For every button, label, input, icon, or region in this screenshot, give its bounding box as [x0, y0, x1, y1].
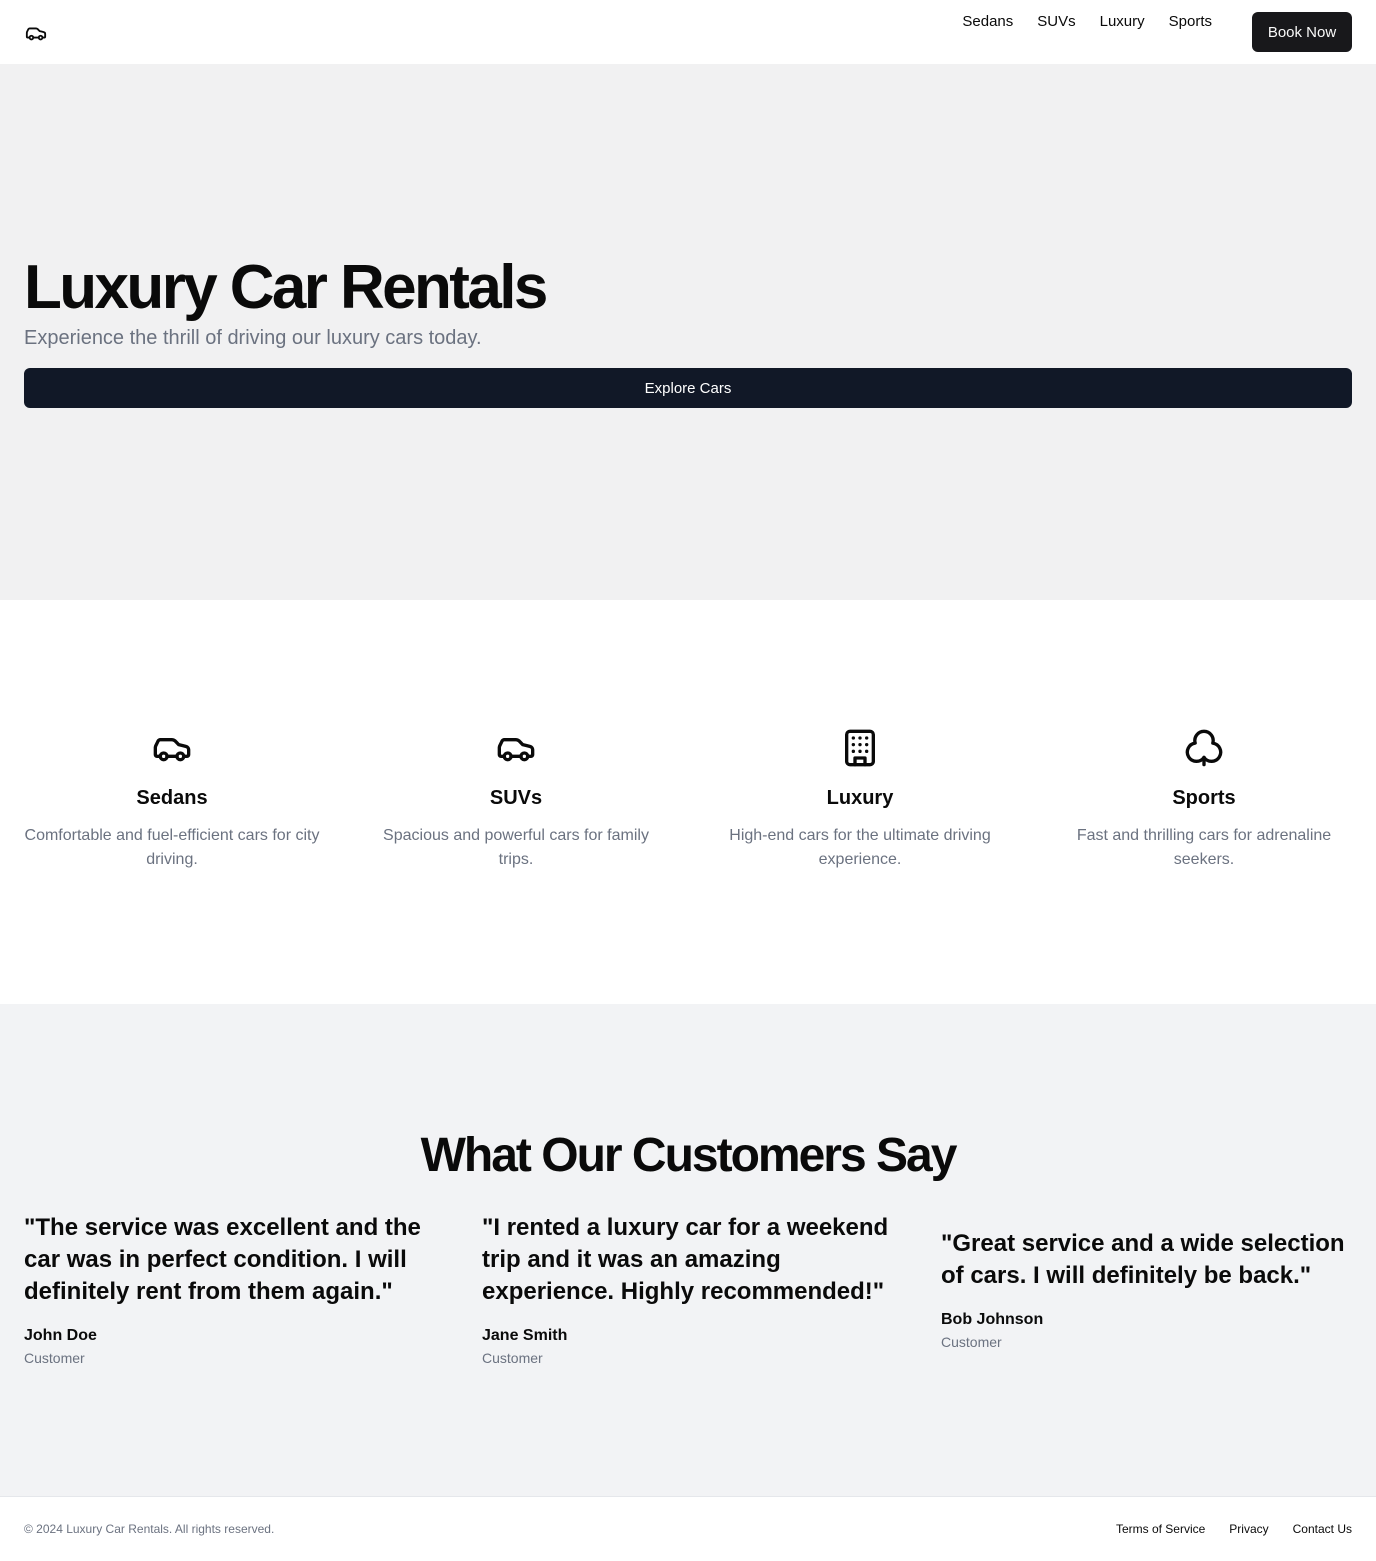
- site-header: Sedans SUVs Luxury Sports Book Now: [0, 0, 1376, 64]
- explore-cars-button[interactable]: Explore Cars: [24, 368, 1352, 408]
- category-description: Fast and thrilling cars for adrenaline s…: [1076, 827, 1332, 868]
- nav-suvs[interactable]: SUVs: [1037, 12, 1075, 32]
- car-icon: [152, 728, 192, 768]
- site-footer: © 2024 Luxury Car Rentals. All rights re…: [0, 1496, 1376, 1561]
- footer-links: Terms of Service Privacy Contact Us: [1116, 1521, 1352, 1537]
- category-name: Sedans: [136, 787, 208, 809]
- testimonial-quote: "The service was excellent and the car w…: [24, 1214, 421, 1305]
- hero-title: Luxury Car Rentals: [24, 253, 548, 322]
- category-sedans: Sedans Comfortable and fuel-efficient ca…: [24, 728, 320, 872]
- building-icon: [840, 728, 880, 768]
- main-nav: Sedans SUVs Luxury Sports: [962, 12, 1212, 32]
- book-now-button[interactable]: Book Now: [1252, 12, 1352, 52]
- footer-link-privacy[interactable]: Privacy: [1229, 1521, 1268, 1537]
- testimonials-section: What Our Customers Say "The service was …: [0, 1004, 1376, 1496]
- category-sports: Sports Fast and thrilling cars for adren…: [1056, 728, 1352, 872]
- testimonial-role: Customer: [24, 1350, 85, 1366]
- category-description: High-end cars for the ultimate driving e…: [729, 827, 991, 868]
- testimonials-title: What Our Customers Say: [420, 1129, 958, 1182]
- category-name: SUVs: [489, 787, 543, 809]
- category-description: Comfortable and fuel-efficient cars for …: [24, 827, 320, 868]
- testimonial-card: "Great service and a wide selection of c…: [941, 1228, 1353, 1352]
- category-luxury: Luxury High-end cars for the ultimate dr…: [712, 728, 1008, 872]
- nav-sedans[interactable]: Sedans: [962, 12, 1013, 32]
- testimonial-author: Bob Johnson: [941, 1311, 1044, 1328]
- testimonial-role: Customer: [482, 1350, 543, 1366]
- category-name: Sports: [1172, 787, 1236, 809]
- testimonial-card: "The service was excellent and the car w…: [24, 1212, 436, 1368]
- category-description: Spacious and powerful cars for family tr…: [383, 827, 649, 868]
- testimonial-author: John Doe: [24, 1327, 97, 1344]
- logo-car-icon[interactable]: [24, 22, 48, 44]
- copyright-text: © 2024 Luxury Car Rentals. All rights re…: [24, 1522, 275, 1536]
- nav-luxury[interactable]: Luxury: [1100, 12, 1145, 32]
- hero-subtitle: Experience the thrill of driving our lux…: [24, 327, 482, 349]
- testimonial-author: Jane Smith: [482, 1327, 568, 1344]
- testimonial-card: "I rented a luxury car for a weekend tri…: [482, 1212, 894, 1368]
- category-suvs: SUVs Spacious and powerful cars for fami…: [368, 728, 664, 872]
- car-icon: [496, 728, 536, 768]
- testimonial-quote: "I rented a luxury car for a weekend tri…: [482, 1214, 889, 1305]
- footer-link-terms[interactable]: Terms of Service: [1116, 1521, 1205, 1537]
- club-icon: [1184, 728, 1224, 768]
- testimonial-quote: "Great service and a wide selection of c…: [941, 1230, 1345, 1289]
- nav-sports[interactable]: Sports: [1169, 12, 1212, 32]
- hero-section: Luxury Car Rentals Experience the thrill…: [0, 64, 1376, 600]
- categories-section: Sedans Comfortable and fuel-efficient ca…: [0, 600, 1376, 1004]
- category-name: Luxury: [826, 787, 894, 809]
- testimonial-role: Customer: [941, 1334, 1002, 1350]
- footer-link-contact[interactable]: Contact Us: [1293, 1521, 1352, 1537]
